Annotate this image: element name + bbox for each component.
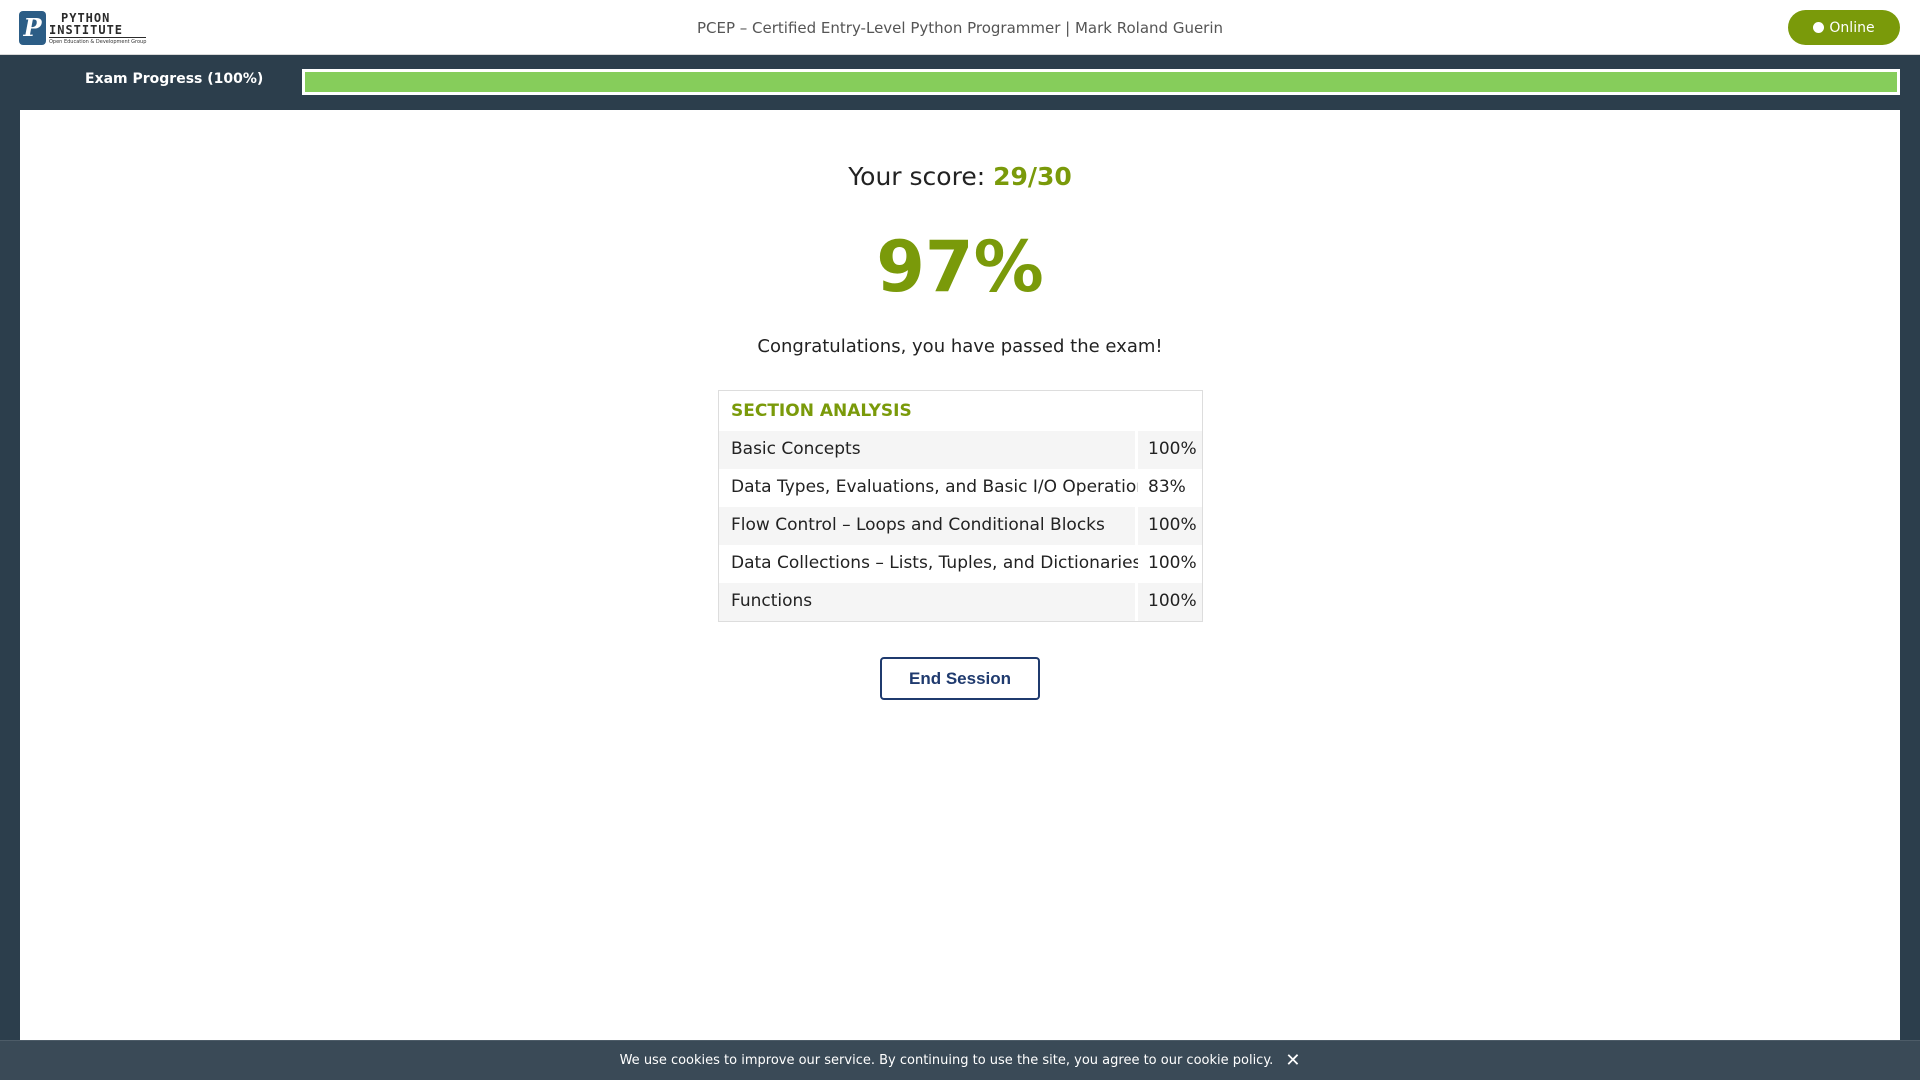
score-percent: 97% xyxy=(876,226,1044,308)
section-percent: 100% xyxy=(1138,545,1202,583)
online-status-button[interactable]: Online xyxy=(1788,10,1900,45)
cookie-text: We use cookies to improve our service. B… xyxy=(619,1053,1274,1068)
table-row: Data Collections – Lists, Tuples, and Di… xyxy=(719,545,1202,583)
score-prefix: Your score: xyxy=(848,162,986,191)
end-session-button[interactable]: End Session xyxy=(880,657,1040,700)
table-row: Data Types, Evaluations, and Basic I/O O… xyxy=(719,469,1202,507)
logo-line1: PYTHON xyxy=(61,10,111,25)
close-icon[interactable]: ✕ xyxy=(1285,1051,1300,1070)
score-value: 29/30 xyxy=(993,162,1072,191)
exam-progress-fill xyxy=(305,72,1897,92)
section-analysis-title: SECTION ANALYSIS xyxy=(731,401,912,421)
exam-title: PCEP – Certified Entry-Level Python Prog… xyxy=(696,19,1224,37)
section-percent: 83% xyxy=(1138,469,1202,507)
cookie-banner: We use cookies to improve our service. B… xyxy=(0,1040,1920,1080)
progress-strip: Exam Progress (100%) xyxy=(0,55,1920,110)
pass-message: Congratulations, you have passed the exa… xyxy=(757,336,1163,357)
table-row: Flow Control – Loops and Conditional Blo… xyxy=(719,507,1202,545)
section-name: Flow Control – Loops and Conditional Blo… xyxy=(719,507,1135,545)
table-row: Functions 100% xyxy=(719,583,1202,621)
section-percent: 100% xyxy=(1138,583,1202,621)
section-percent: 100% xyxy=(1138,431,1202,469)
score-line: Your score: 29/30 xyxy=(20,162,1900,191)
section-name: Functions xyxy=(719,583,1135,621)
logo-line2: INSTITUTE xyxy=(49,24,147,38)
exam-progress-label: Exam Progress (100%) xyxy=(85,71,264,87)
logo-wordmark: PYTHON INSTITUTE Open Education & Develo… xyxy=(49,10,147,45)
table-row: Basic Concepts 100% xyxy=(719,431,1202,469)
python-institute-logo[interactable]: P PYTHON INSTITUTE Open Education & Deve… xyxy=(19,10,147,46)
online-dot-icon xyxy=(1813,22,1825,33)
top-header: P PYTHON INSTITUTE Open Education & Deve… xyxy=(0,0,1920,55)
results-panel: Your score: 29/30 97% Congratulations, y… xyxy=(20,110,1900,1040)
section-analysis-table: SECTION ANALYSIS Basic Concepts 100% Dat… xyxy=(718,390,1203,622)
section-percent: 100% xyxy=(1138,507,1202,545)
exam-progress-bar xyxy=(302,69,1900,95)
section-name: Basic Concepts xyxy=(719,431,1135,469)
online-status-label: Online xyxy=(1829,19,1875,36)
logo-p-icon: P xyxy=(19,11,46,45)
logo-tagline: Open Education & Development Group xyxy=(49,38,147,45)
section-name: Data Collections – Lists, Tuples, and Di… xyxy=(719,545,1141,583)
section-name: Data Types, Evaluations, and Basic I/O O… xyxy=(719,469,1156,507)
